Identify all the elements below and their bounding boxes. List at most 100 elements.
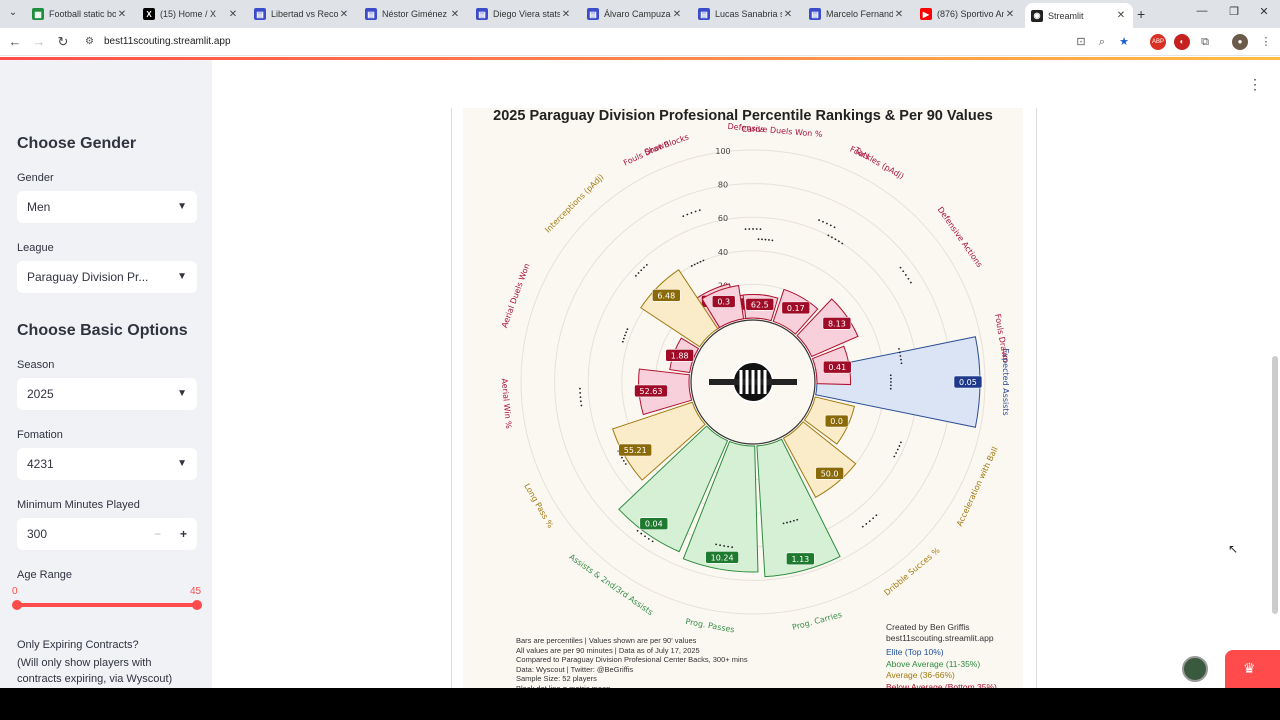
mean-dot xyxy=(818,219,820,221)
mean-dot xyxy=(822,220,824,223)
formation-select[interactable]: 4231 ▼ xyxy=(17,448,197,480)
metric-name: Aerial Duels Won xyxy=(500,262,532,329)
mean-dot xyxy=(759,228,762,231)
mean-dot xyxy=(889,374,892,377)
browser-tab[interactable]: ▤ Néstor Giménez s ✕ xyxy=(359,3,467,25)
chevron-down-icon: ▼ xyxy=(177,201,187,212)
tab-close-icon[interactable]: ✕ xyxy=(1115,10,1127,21)
increment-button[interactable]: + xyxy=(180,518,187,550)
mean-dot xyxy=(834,238,837,241)
mean-dot xyxy=(625,331,628,334)
mean-dot xyxy=(640,532,643,535)
minutes-value: 300 xyxy=(27,527,48,541)
adblock-icon[interactable]: ABP xyxy=(1150,34,1166,50)
main-menu-icon[interactable]: ⋮ xyxy=(1248,76,1262,93)
metric-name: Dribble Succes % xyxy=(882,545,941,597)
sidebar xyxy=(0,60,212,688)
mean-dot xyxy=(690,265,693,267)
mean-dot xyxy=(621,340,624,343)
close-window-icon[interactable]: ✕ xyxy=(1254,5,1274,18)
page-scrollbar[interactable] xyxy=(1272,356,1278,614)
extension-icon[interactable]: ◐ xyxy=(1174,34,1190,50)
tab-favicon-icon: ▤ xyxy=(809,8,821,20)
tab-close-icon[interactable]: ✕ xyxy=(449,9,461,20)
value-label: 10.24 xyxy=(711,553,734,562)
mean-dot xyxy=(748,228,751,230)
gender-select[interactable]: Men ▼ xyxy=(17,191,197,223)
value-label: 8.13 xyxy=(828,319,846,328)
browser-tab[interactable]: ▶ (876) Sportivo Am ✕ xyxy=(914,3,1022,25)
minutes-number-input[interactable]: 300 − + xyxy=(17,518,197,550)
browser-tab[interactable]: ▦ Football static boa ✕ xyxy=(26,3,134,25)
minimize-icon[interactable]: — xyxy=(1192,5,1212,17)
browser-tab[interactable]: X (15) Home / X ✕ xyxy=(137,3,245,25)
mean-dot xyxy=(902,270,905,273)
mean-dot xyxy=(889,377,892,380)
browser-tab[interactable]: ▤ Diego Viera stats ✕ xyxy=(470,3,578,25)
age-min-value: 0 xyxy=(12,586,18,597)
address-bar: ← → ↻ ⚙ best11scouting.streamlit.app ⊡ ⌕… xyxy=(0,28,1280,56)
tab-close-icon[interactable]: ✕ xyxy=(116,9,128,20)
tab-close-icon[interactable]: ✕ xyxy=(671,9,683,20)
age-slider-track[interactable] xyxy=(17,603,197,607)
mean-dot xyxy=(698,209,701,212)
zoom-icon[interactable]: ⌕ xyxy=(1094,34,1110,50)
browser-tab[interactable]: ◉ Streamlit ✕ xyxy=(1025,3,1133,28)
profile-avatar[interactable]: ● xyxy=(1232,34,1248,50)
browser-tab[interactable]: ▤ Álvaro Campuzan ✕ xyxy=(581,3,689,25)
tab-close-icon[interactable]: ✕ xyxy=(893,9,905,20)
restore-icon[interactable]: ❐ xyxy=(1224,5,1244,18)
reload-icon[interactable]: ↻ xyxy=(54,33,72,51)
url-field[interactable]: best11scouting.streamlit.app xyxy=(104,36,231,47)
chart-footnote: Sample Size: 52 players xyxy=(516,674,597,683)
chart-footnote: Compared to Paraguay Division Profesiona… xyxy=(516,655,748,664)
mean-dot xyxy=(621,456,623,459)
mean-dot xyxy=(622,337,625,340)
install-app-icon[interactable]: ⊡ xyxy=(1073,34,1089,50)
ring-tick-label: 60 xyxy=(718,214,728,223)
season-select[interactable]: 2025 ▼ xyxy=(17,378,197,410)
mean-dot xyxy=(647,537,650,540)
mean-dot xyxy=(752,228,754,230)
age-slider-max-thumb[interactable] xyxy=(192,600,202,610)
metric-name: Prog. Passes xyxy=(685,617,735,634)
decrement-button[interactable]: − xyxy=(154,518,161,550)
back-icon[interactable]: ← xyxy=(6,33,24,51)
browser-tab[interactable]: ▤ Lucas Sanabria sta✕ xyxy=(692,3,800,25)
mean-dot xyxy=(624,463,627,465)
tab-close-icon[interactable]: ✕ xyxy=(782,9,794,20)
browser-tab[interactable]: ▤ Libertad vs Recole✕ xyxy=(248,3,356,25)
browser-menu-icon[interactable]: ⋮ xyxy=(1258,34,1274,50)
mean-dot xyxy=(702,259,705,262)
mean-dot xyxy=(899,266,902,269)
mean-dot xyxy=(723,545,725,547)
tab-close-icon[interactable]: ✕ xyxy=(227,9,239,20)
age-slider-min-thumb[interactable] xyxy=(12,600,22,610)
tab-close-icon[interactable]: ✕ xyxy=(560,9,572,20)
tab-close-icon[interactable]: ✕ xyxy=(1004,9,1016,20)
metric-name: Prog. Carries xyxy=(791,610,843,632)
legend-item: Below Average (Bottom 35%) xyxy=(886,681,997,688)
mean-dot xyxy=(837,240,840,243)
mean-dot xyxy=(786,521,788,524)
bookmark-star-icon[interactable]: ★ xyxy=(1116,34,1132,50)
league-select[interactable]: Paraguay Division Pr... ▼ xyxy=(17,261,197,293)
new-tab-button[interactable]: + xyxy=(1137,6,1145,22)
value-label: 0.04 xyxy=(645,520,663,529)
browser-tab[interactable]: ▤ Marcelo Fernande ✕ xyxy=(803,3,911,25)
mean-dot xyxy=(904,274,907,276)
creator-avatar[interactable] xyxy=(1182,656,1208,682)
site-info-icon[interactable]: ⚙ xyxy=(85,36,94,47)
ring-tick-label: 100 xyxy=(715,147,730,156)
streamlit-manage-button[interactable]: ♛ xyxy=(1225,650,1280,688)
chart-footnote: Data: Wyscout | Twitter: @BeGriffis xyxy=(516,664,634,674)
age-range-label: Age Range xyxy=(17,569,73,581)
tab-search-icon[interactable]: ⌄ xyxy=(5,5,21,21)
mean-dot xyxy=(686,213,689,216)
credit-line-1: Created by Ben Griffis xyxy=(886,622,970,632)
mean-dot xyxy=(637,272,640,274)
extensions-puzzle-icon[interactable]: ⧉ xyxy=(1197,34,1213,50)
forward-icon[interactable]: → xyxy=(30,33,48,51)
mean-dot xyxy=(693,263,696,266)
tab-close-icon[interactable]: ✕ xyxy=(338,9,350,20)
